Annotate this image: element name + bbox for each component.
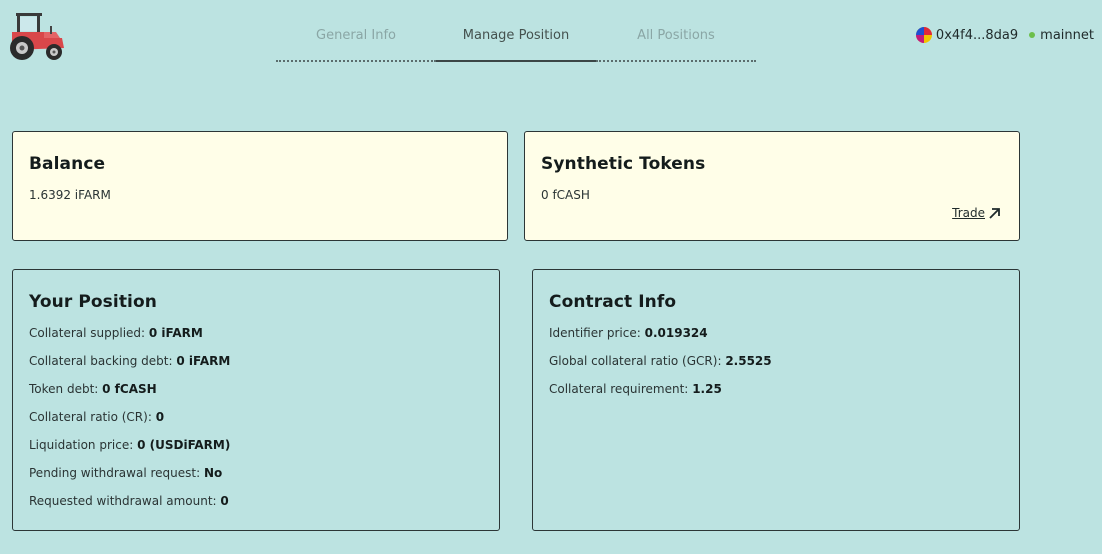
trade-link[interactable]: Trade xyxy=(952,206,1001,220)
position-row: Collateral ratio (CR): 0 xyxy=(29,410,165,424)
balance-value: 1.6392 iFARM xyxy=(29,188,111,202)
contract-row: Global collateral ratio (GCR): 2.5525 xyxy=(549,354,772,368)
position-rows: Collateral supplied: 0 iFARM Collateral … xyxy=(29,326,230,522)
account-info: 0x4f4...8da9 mainnet xyxy=(915,27,1094,43)
synthetic-tokens-value: 0 fCASH xyxy=(541,188,590,202)
contract-row: Collateral requirement: 1.25 xyxy=(549,382,722,396)
your-position-card: Your Position Collateral supplied: 0 iFA… xyxy=(12,269,500,531)
contract-rows: Identifier price: 0.019324 Global collat… xyxy=(549,326,772,410)
position-row: Collateral backing debt: 0 iFARM xyxy=(29,354,231,368)
tab-all-positions[interactable]: All Positions xyxy=(596,22,756,62)
balance-title: Balance xyxy=(29,154,106,174)
position-row: Token debt: 0 fCASH xyxy=(29,382,157,396)
position-row: Collateral supplied: 0 iFARM xyxy=(29,326,203,340)
page: General Info Manage Position All Positio… xyxy=(0,0,1102,554)
contract-title: Contract Info xyxy=(549,292,677,312)
tractor-logo-icon[interactable] xyxy=(4,8,68,62)
network-status-dot xyxy=(1029,32,1036,38)
network-name: mainnet xyxy=(1040,27,1094,43)
synthetic-tokens-title: Synthetic Tokens xyxy=(541,154,706,174)
balance-card: Balance 1.6392 iFARM xyxy=(12,131,508,241)
external-arrow-icon xyxy=(989,207,1000,219)
contract-info-card: Contract Info Identifier price: 0.019324… xyxy=(532,269,1020,531)
trade-link-label: Trade xyxy=(952,206,985,220)
account-avatar-icon xyxy=(915,27,932,43)
account-address[interactable]: 0x4f4...8da9 xyxy=(936,28,1018,43)
position-row: Pending withdrawal request: No xyxy=(29,466,223,480)
position-title: Your Position xyxy=(29,292,157,312)
tab-general-info[interactable]: General Info xyxy=(276,22,436,62)
contract-row: Identifier price: 0.019324 xyxy=(549,326,708,340)
position-row: Liquidation price: 0 (USDiFARM) xyxy=(29,438,231,452)
position-row: Requested withdrawal amount: 0 xyxy=(29,494,229,508)
synthetic-tokens-card: Synthetic Tokens 0 fCASH Trade xyxy=(524,131,1020,241)
tab-manage-position[interactable]: Manage Position xyxy=(436,22,596,62)
nav-tabs: General Info Manage Position All Positio… xyxy=(276,22,756,62)
